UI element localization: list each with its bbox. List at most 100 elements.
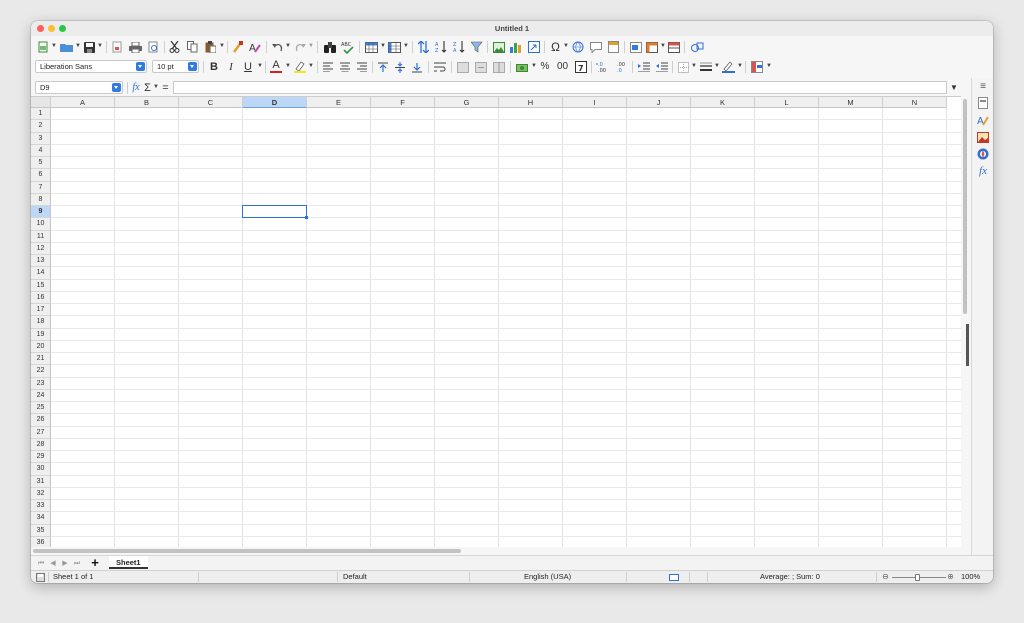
print-icon[interactable] [128, 40, 142, 54]
column-header-l[interactable]: L [755, 97, 819, 108]
new-dropdown-icon[interactable]: ▼ [51, 43, 57, 49]
name-box-dropdown-icon[interactable] [112, 83, 121, 92]
border-color-dropdown-icon[interactable]: ▼ [737, 63, 743, 69]
page-style-label[interactable]: Default [343, 571, 367, 583]
column-header-i[interactable]: I [563, 97, 627, 108]
column-header-h[interactable]: H [499, 97, 563, 108]
row-header-32[interactable]: 32 [31, 487, 51, 500]
open-dropdown-icon[interactable]: ▼ [75, 43, 81, 49]
column-header-b[interactable]: B [115, 97, 179, 108]
special-character-icon[interactable]: Ω [549, 40, 562, 54]
align-left-icon[interactable] [322, 60, 334, 74]
currency-dropdown-icon[interactable]: ▼ [531, 63, 537, 69]
row-header-8[interactable]: 8 [31, 193, 51, 206]
column-header-d[interactable]: D [243, 97, 307, 108]
formula-button[interactable]: = [161, 81, 170, 95]
font-size-combobox[interactable]: 10 pt [152, 60, 199, 73]
row-header-5[interactable]: 5 [31, 157, 51, 170]
spreadsheet-grid[interactable]: A B C D E F G H I J K L M N 1 2 3 4 5 6 7 8 9 10 11 12 13 14 15 16 17 1… [31, 96, 961, 568]
wrap-text-icon[interactable] [433, 60, 446, 74]
styles-icon[interactable]: A [977, 113, 989, 127]
autofilter-icon[interactable] [470, 40, 483, 54]
special-character-dropdown-icon[interactable]: ▼ [563, 43, 569, 49]
row-header-4[interactable]: 4 [31, 144, 51, 157]
horizontal-scrollbar[interactable] [31, 547, 961, 555]
row-header-3[interactable]: 3 [31, 132, 51, 145]
navigator-icon[interactable] [977, 147, 989, 161]
row-header-2[interactable]: 2 [31, 120, 51, 133]
row-header-13[interactable]: 13 [31, 255, 51, 268]
split-window-icon[interactable] [667, 40, 680, 54]
column-header-j[interactable]: J [627, 97, 691, 108]
close-window-button[interactable] [37, 25, 44, 32]
row-header-31[interactable]: 31 [31, 475, 51, 488]
sort-ascending-icon[interactable]: AZ [434, 40, 447, 54]
row-header-17[interactable]: 17 [31, 304, 51, 317]
merge-cells-icon[interactable] [474, 60, 487, 74]
merge-center-cells-icon[interactable] [456, 60, 469, 74]
redo-icon[interactable] [294, 40, 306, 54]
autosum-dropdown-icon[interactable]: ▼ [153, 84, 159, 90]
zoom-window-button[interactable] [59, 25, 66, 32]
functions-icon[interactable]: fx [977, 164, 989, 178]
row-icon[interactable] [364, 40, 378, 54]
vertical-scrollbar[interactable] [961, 96, 969, 568]
column-header-n[interactable]: N [883, 97, 947, 108]
row-header-22[interactable]: 22 [31, 365, 51, 378]
column-header-e[interactable]: E [307, 97, 371, 108]
clear-formatting-icon[interactable]: A [248, 40, 261, 54]
vertical-scroll-thumb[interactable] [963, 99, 967, 314]
sort-descending-icon[interactable]: ZA [452, 40, 465, 54]
headers-footers-icon[interactable] [607, 40, 620, 54]
font-color-button[interactable]: A [270, 60, 282, 73]
insert-image-icon[interactable] [492, 40, 505, 54]
borders-dropdown-icon[interactable]: ▼ [691, 63, 697, 69]
row-header-16[interactable]: 16 [31, 291, 51, 304]
row-dropdown-icon[interactable]: ▼ [380, 43, 386, 49]
currency-format-icon[interactable] [515, 60, 530, 74]
row-header-10[interactable]: 10 [31, 218, 51, 231]
center-vertically-icon[interactable] [394, 60, 406, 74]
row-header-11[interactable]: 11 [31, 230, 51, 243]
border-style-icon[interactable] [699, 60, 712, 74]
percent-format-button[interactable]: % [539, 60, 551, 74]
row-header-33[interactable]: 33 [31, 500, 51, 513]
document-modified-icon[interactable] [35, 570, 45, 583]
freeze-rows-columns-icon[interactable] [645, 40, 658, 54]
show-draw-functions-icon[interactable] [690, 40, 704, 54]
insert-chart-icon[interactable] [509, 40, 522, 54]
hyperlink-icon[interactable] [571, 40, 584, 54]
unmerge-cells-icon[interactable] [492, 60, 505, 74]
selection-mode-icon[interactable] [668, 570, 680, 583]
align-right-icon[interactable] [356, 60, 368, 74]
autosum-button[interactable]: Σ [143, 81, 152, 95]
row-header-30[interactable]: 30 [31, 463, 51, 476]
add-decimal-place-icon[interactable]: .0.00 [596, 60, 610, 74]
row-header-21[interactable]: 21 [31, 353, 51, 366]
sort-icon[interactable] [417, 40, 430, 54]
row-header-15[interactable]: 15 [31, 279, 51, 292]
export-pdf-icon[interactable] [111, 40, 123, 54]
horizontal-scroll-thumb[interactable] [33, 549, 461, 553]
sheet-tab-sheet1[interactable]: Sheet1 [109, 556, 148, 569]
previous-sheet-icon[interactable]: ◀ [49, 557, 57, 571]
pivot-table-icon[interactable] [527, 40, 540, 54]
open-folder-icon[interactable] [59, 40, 73, 54]
row-header-34[interactable]: 34 [31, 512, 51, 525]
row-header-23[interactable]: 23 [31, 377, 51, 390]
number-format-button[interactable]: 00 [555, 60, 570, 74]
expand-formula-bar-icon[interactable]: ▼ [949, 81, 959, 95]
align-top-icon[interactable] [377, 60, 389, 74]
cell-cursor[interactable] [242, 205, 307, 219]
row-header-19[interactable]: 19 [31, 328, 51, 341]
zoom-slider-thumb[interactable] [915, 574, 920, 581]
column-header-k[interactable]: K [691, 97, 755, 108]
row-header-28[interactable]: 28 [31, 438, 51, 451]
properties-icon[interactable] [977, 96, 989, 110]
add-sheet-button[interactable]: + [90, 556, 100, 570]
row-header-35[interactable]: 35 [31, 524, 51, 537]
spelling-icon[interactable]: ABC [340, 40, 355, 54]
zoom-level-label[interactable]: 100% [961, 571, 980, 583]
zoom-in-icon[interactable]: ⊕ [946, 570, 955, 583]
cut-icon[interactable] [168, 40, 181, 54]
